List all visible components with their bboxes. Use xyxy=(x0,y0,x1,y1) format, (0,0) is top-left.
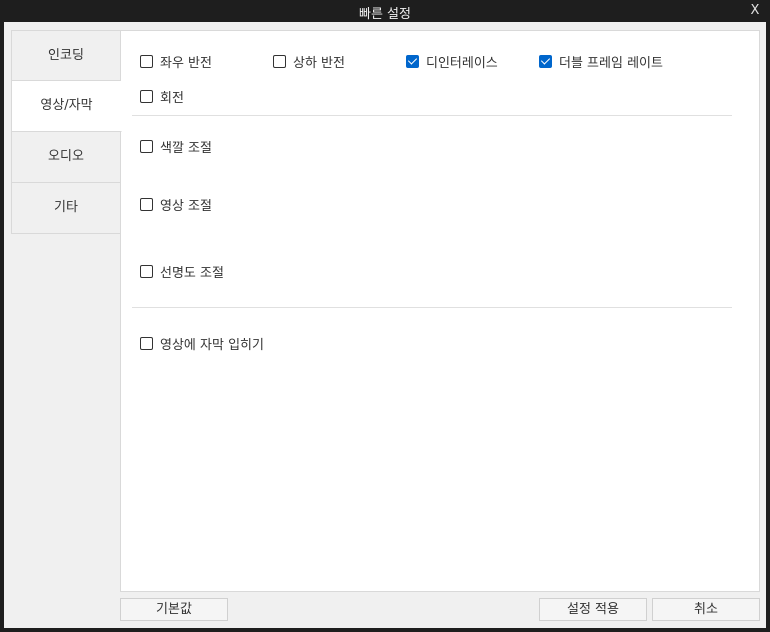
window-title: 빠른 설정 xyxy=(359,7,411,22)
double-frame-rate-option[interactable]: 더블 프레임 레이트 xyxy=(539,52,663,71)
tab-encoding[interactable]: 인코딩 xyxy=(11,30,121,81)
burn-subtitles-label: 영상에 자막 입히기 xyxy=(160,338,264,353)
double-frame-rate-checkbox[interactable] xyxy=(539,55,552,68)
double-frame-rate-label: 더블 프레임 레이트 xyxy=(559,56,663,71)
tab-label: 기타 xyxy=(54,200,78,215)
color-adjust-checkbox[interactable] xyxy=(140,140,153,153)
flip-horizontal-label: 좌우 반전 xyxy=(160,56,212,71)
video-adjust-checkbox[interactable] xyxy=(140,198,153,211)
tab-label: 영상/자막 xyxy=(40,98,93,113)
flip-horizontal-checkbox[interactable] xyxy=(140,55,153,68)
flip-vertical-label: 상하 반전 xyxy=(293,56,345,71)
tab-etc[interactable]: 기타 xyxy=(11,183,121,234)
tab-label: 인코딩 xyxy=(48,48,84,63)
deinterlace-checkbox[interactable] xyxy=(406,55,419,68)
dialog-body: 인코딩 영상/자막 오디오 기타 좌우 반전 상하 반전 디인터레이스 더블 프… xyxy=(4,22,766,628)
sharpness-adjust-label: 선명도 조절 xyxy=(160,266,224,281)
tab-label: 오디오 xyxy=(48,149,84,164)
rotate-checkbox[interactable] xyxy=(140,90,153,103)
section-divider xyxy=(132,115,732,116)
flip-horizontal-option[interactable]: 좌우 반전 xyxy=(140,52,212,71)
quick-settings-window: 빠른 설정 X 인코딩 영상/자막 오디오 기타 좌우 반전 상하 반전 디인터… xyxy=(0,0,770,632)
flip-vertical-checkbox[interactable] xyxy=(273,55,286,68)
color-adjust-label: 색깔 조절 xyxy=(160,141,212,156)
burn-subtitles-checkbox[interactable] xyxy=(140,337,153,350)
burn-subtitles-option[interactable]: 영상에 자막 입히기 xyxy=(140,334,264,353)
color-adjust-option[interactable]: 색깔 조절 xyxy=(140,137,212,156)
video-adjust-label: 영상 조절 xyxy=(160,199,212,214)
sharpness-adjust-option[interactable]: 선명도 조절 xyxy=(140,262,224,281)
section-divider xyxy=(132,307,732,308)
apply-settings-button[interactable]: 설정 적용 xyxy=(539,598,647,621)
video-adjust-option[interactable]: 영상 조절 xyxy=(140,195,212,214)
default-button[interactable]: 기본값 xyxy=(120,598,228,621)
cancel-button[interactable]: 취소 xyxy=(652,598,760,621)
tab-video-subtitle[interactable]: 영상/자막 xyxy=(11,81,122,132)
flip-vertical-option[interactable]: 상하 반전 xyxy=(273,52,345,71)
rotate-label: 회전 xyxy=(160,91,184,106)
tab-audio[interactable]: 오디오 xyxy=(11,132,121,183)
video-subtitle-panel: 좌우 반전 상하 반전 디인터레이스 더블 프레임 레이트 회전 색깔 조절 영… xyxy=(120,30,760,592)
deinterlace-label: 디인터레이스 xyxy=(426,56,498,71)
close-button[interactable]: X xyxy=(748,3,762,19)
settings-tabs: 인코딩 영상/자막 오디오 기타 xyxy=(11,30,122,234)
sharpness-adjust-checkbox[interactable] xyxy=(140,265,153,278)
title-bar[interactable]: 빠른 설정 X xyxy=(0,0,770,22)
rotate-option[interactable]: 회전 xyxy=(140,87,184,106)
deinterlace-option[interactable]: 디인터레이스 xyxy=(406,52,498,71)
